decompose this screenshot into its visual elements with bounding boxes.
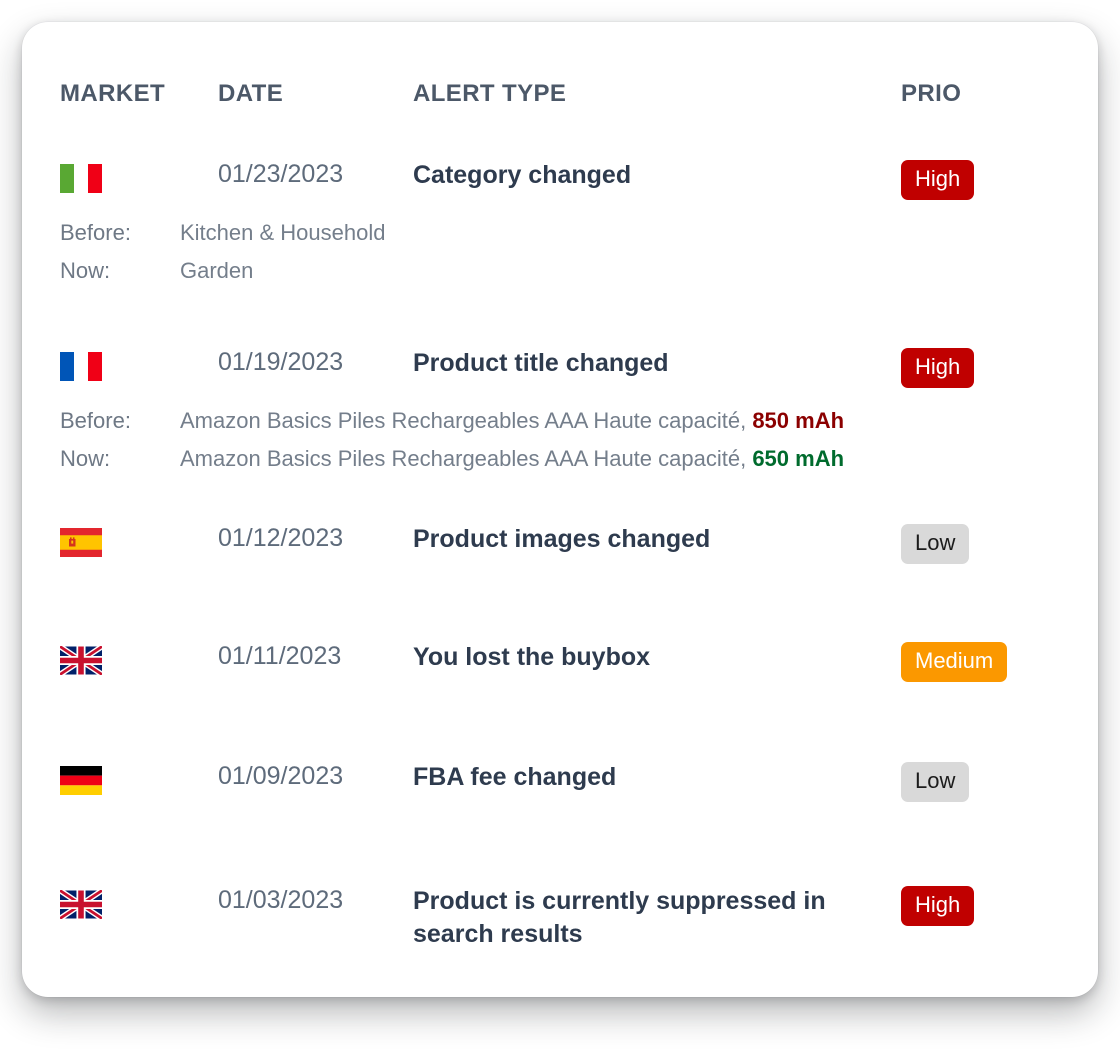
flag-uk-icon [60, 890, 102, 919]
column-header-market: MARKET [60, 80, 166, 107]
table-row[interactable]: 01/11/2023 You lost the buybox Medium [60, 634, 1068, 688]
detail-before-highlight: 850 mAh [752, 408, 845, 433]
detail-value-now: Amazon Basics Piles Rechargeables AAA Ha… [180, 448, 844, 470]
status-badge: Medium [901, 642, 1008, 682]
market-cell [60, 760, 218, 795]
alerts-card: MARKET DATE ALERT TYPE PRIO 01/23/2023 C… [22, 22, 1098, 997]
alert-type-cell: FBA fee changed [413, 763, 617, 791]
market-cell [60, 158, 218, 193]
table-row[interactable]: 01/09/2023 FBA fee changed Low [60, 754, 1068, 808]
column-header-prio: PRIO [901, 80, 962, 107]
date-cell: 01/11/2023 [218, 642, 342, 670]
priority-cell: Low [901, 522, 1041, 564]
date-cell: 01/23/2023 [218, 160, 344, 188]
date-cell: 01/12/2023 [218, 524, 344, 552]
detail-label-before: Before: [60, 408, 131, 433]
status-badge: Low [901, 762, 970, 802]
detail-before: Before: Amazon Basics Piles Rechargeable… [60, 410, 1068, 432]
status-badge: High [901, 886, 975, 926]
priority-cell: High [901, 346, 1041, 388]
column-header-date: DATE [218, 80, 284, 107]
detail-before: Before: Kitchen & Household [60, 222, 1068, 244]
priority-cell: Medium [901, 640, 1041, 682]
table-header-row: MARKET DATE ALERT TYPE PRIO [60, 82, 1068, 128]
detail-now: Now: Amazon Basics Piles Rechargeables A… [60, 448, 1068, 470]
detail-now-highlight: 650 mAh [752, 446, 845, 471]
alerts-table: MARKET DATE ALERT TYPE PRIO 01/23/2023 C… [60, 82, 1068, 952]
date-cell: 01/03/2023 [218, 886, 344, 914]
priority-cell: High [901, 884, 1041, 926]
flag-germany-icon [60, 766, 102, 795]
detail-value-before: Amazon Basics Piles Rechargeables AAA Ha… [180, 410, 844, 432]
screen: MARKET DATE ALERT TYPE PRIO 01/23/2023 C… [0, 0, 1120, 1051]
market-cell [60, 522, 218, 557]
status-badge: High [901, 160, 975, 200]
flag-uk-icon [60, 646, 102, 675]
detail-label-now: Now: [60, 258, 111, 283]
detail-label-now: Now: [60, 446, 111, 471]
detail-now: Now: Garden [60, 260, 1068, 282]
priority-cell: High [901, 158, 1041, 200]
detail-label-before: Before: [60, 220, 131, 245]
column-header-alert-type: ALERT TYPE [413, 80, 567, 107]
table-row[interactable]: 01/23/2023 Category changed High Before:… [60, 152, 1068, 282]
status-badge: Low [901, 524, 970, 564]
status-badge: High [901, 348, 975, 388]
detail-before-text: Amazon Basics Piles Rechargeables AAA Ha… [180, 408, 753, 433]
alert-type-cell: Product images changed [413, 525, 711, 553]
detail-now-text: Amazon Basics Piles Rechargeables AAA Ha… [180, 446, 753, 471]
alert-type-cell: Category changed [413, 161, 632, 189]
date-cell: 01/09/2023 [218, 762, 344, 790]
flag-spain-icon [60, 528, 102, 557]
alert-type-cell: Product is currently suppressed in searc… [413, 887, 826, 949]
table-row[interactable]: 01/03/2023 Product is currently suppress… [60, 878, 1068, 952]
market-cell [60, 884, 218, 919]
detail-value-before: Kitchen & Household [180, 220, 386, 245]
alert-type-cell: You lost the buybox [413, 643, 651, 671]
alert-type-cell: Product title changed [413, 349, 669, 377]
table-row[interactable]: 01/19/2023 Product title changed High Be… [60, 340, 1068, 470]
table-row[interactable]: 01/12/2023 Product images changed Low [60, 516, 1068, 570]
flag-france-icon [60, 352, 102, 381]
market-cell [60, 640, 218, 675]
flag-italy-icon [60, 164, 102, 193]
detail-value-now: Garden [180, 258, 254, 283]
date-cell: 01/19/2023 [218, 348, 344, 376]
market-cell [60, 346, 218, 381]
priority-cell: Low [901, 760, 1041, 802]
